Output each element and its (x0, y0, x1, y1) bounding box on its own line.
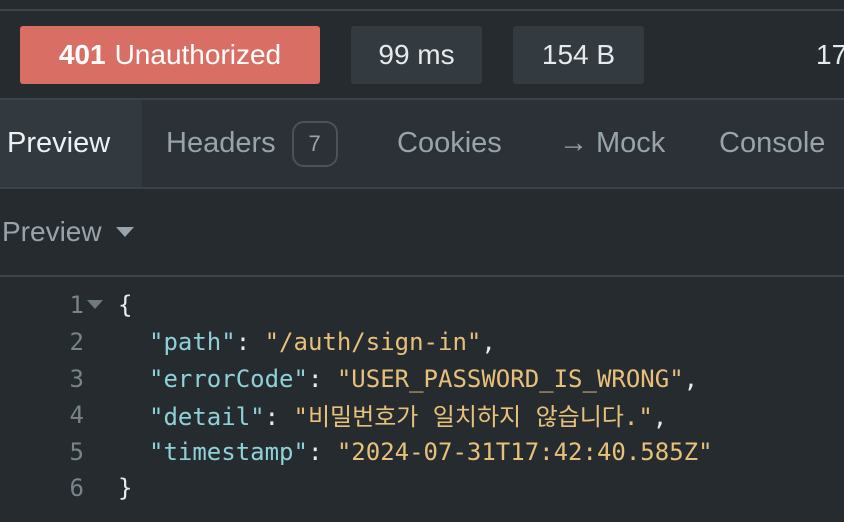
tab-mock[interactable]: → Mock (559, 100, 665, 187)
code-line: 2 "path": "/auth/sign-in", (0, 323, 844, 360)
line-number: 6 (69, 473, 84, 502)
line-number: 3 (69, 364, 84, 393)
preview-mode-dropdown[interactable]: Preview (2, 216, 134, 248)
caret-down-icon (115, 227, 134, 237)
tab-preview[interactable]: Preview (0, 100, 142, 187)
code-text: "errorCode": "USER_PASSWORD_IS_WRONG", (149, 365, 698, 393)
tab-mock-label: Mock (596, 127, 666, 159)
response-status-bar: 401 Unauthorized 99 ms 154 B 17 (0, 11, 844, 98)
line-number: 2 (69, 327, 84, 356)
json-key: "errorCode" (149, 364, 308, 393)
status-text: Unauthorized (114, 39, 282, 70)
json-separator: : (235, 327, 265, 356)
arrow-right-icon: → (559, 127, 588, 159)
json-separator: : (307, 437, 337, 466)
line-number: 5 (69, 437, 84, 466)
json-string-value: "비밀번호가 일치하지 않습니다." (293, 403, 653, 431)
code-text: { (118, 291, 132, 319)
preview-mode-label: Preview (2, 216, 102, 247)
tab-cookies[interactable]: Cookies (397, 100, 502, 187)
status-badge: 401 Unauthorized (20, 26, 320, 84)
response-meta-overflow: 17 (816, 39, 844, 70)
json-key: "detail" (149, 403, 265, 431)
json-key: "path" (149, 327, 236, 356)
code-line: 1 { (0, 286, 844, 323)
json-string-value: "/auth/sign-in" (264, 327, 482, 356)
json-comma: , (481, 327, 496, 356)
code-line: 4 "detail": "비밀번호가 일치하지 않습니다.", (0, 396, 844, 433)
status-code: 401 (58, 39, 106, 70)
json-separator: : (307, 364, 337, 393)
code-text: "timestamp": "2024-07-31T17:42:40.585Z" (149, 438, 713, 466)
response-size-badge: 154 B (513, 26, 644, 84)
json-brace-open: { (118, 290, 133, 319)
line-number: 1 (69, 290, 84, 319)
preview-toolbar: Preview (0, 189, 844, 275)
tab-headers[interactable]: Headers 7 (166, 100, 338, 187)
response-panel: 401 Unauthorized 99 ms 154 B 17 Preview … (0, 0, 844, 522)
fold-arrow-icon[interactable] (87, 300, 103, 309)
tab-console-label: Console (719, 127, 826, 159)
code-text: "detail": "비밀번호가 일치하지 않습니다.", (149, 397, 667, 432)
json-separator: : (264, 403, 294, 431)
code-line: 3 "errorCode": "USER_PASSWORD_IS_WRONG", (0, 360, 844, 397)
line-number: 4 (69, 400, 84, 429)
json-comma: , (652, 403, 668, 431)
tab-cookies-label: Cookies (397, 127, 502, 159)
json-comma: , (683, 364, 699, 393)
tab-console[interactable]: Console (719, 100, 825, 187)
json-string-value: "USER_PASSWORD_IS_WRONG" (336, 364, 684, 393)
response-tabs: Preview Headers 7 Cookies → Mock Console (0, 100, 844, 187)
tab-headers-label: Headers (166, 127, 276, 159)
code-text: } (118, 474, 132, 502)
code-line: 6 } (0, 469, 844, 506)
json-string-value: "2024-07-31T17:42:40.585Z" (336, 437, 713, 466)
json-key: "timestamp" (149, 437, 308, 466)
code-text: "path": "/auth/sign-in", (149, 328, 496, 356)
response-time-badge: 99 ms (351, 26, 482, 84)
code-line: 5 "timestamp": "2024-07-31T17:42:40.585Z… (0, 433, 844, 470)
headers-count-badge: 7 (291, 120, 338, 167)
json-brace-close: } (118, 473, 133, 502)
tab-preview-label: Preview (7, 127, 111, 159)
json-response-body: 1 { 2 "path": "/auth/sign-in", 3 "errorC… (0, 277, 844, 522)
